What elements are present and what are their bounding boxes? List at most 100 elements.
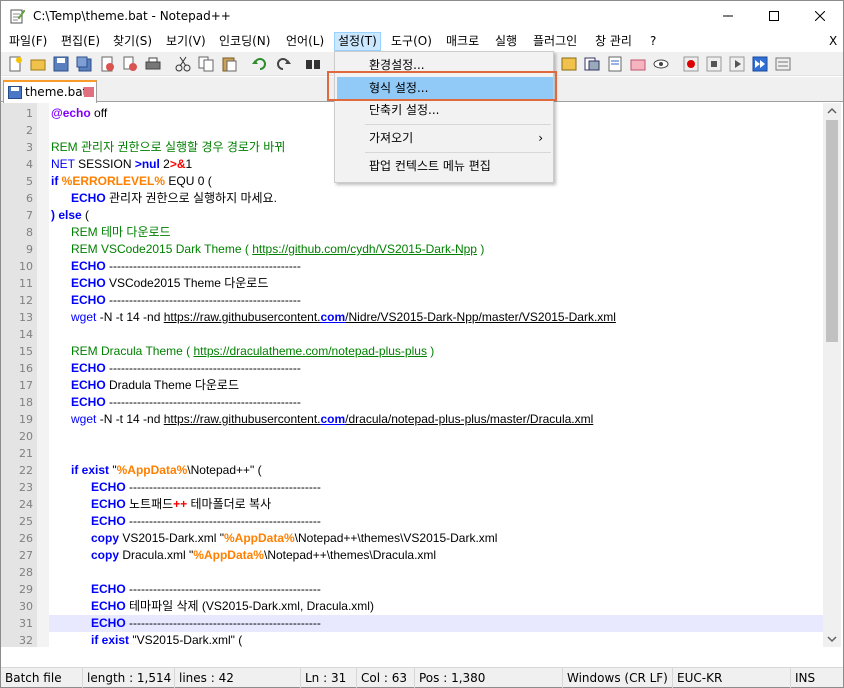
line-number: 10: [19, 260, 33, 273]
close-window-button[interactable]: [797, 1, 843, 31]
line-number: 15: [19, 345, 33, 358]
code-line: ECHO -----------------------------------…: [71, 361, 301, 375]
menu-macro[interactable]: 매크로: [442, 32, 483, 51]
menu-item-import[interactable]: 가져오기 ›: [337, 127, 553, 149]
menu-edit[interactable]: 편집(E): [57, 32, 104, 51]
menu-item-shortcut-mapper[interactable]: 단축키 설정...: [337, 99, 553, 121]
scroll-up-icon[interactable]: [823, 103, 841, 120]
line-number: 30: [19, 600, 33, 613]
editor-area[interactable]: 1 2 3 4 5 6 7 8 9 10 11 12 13 14 15 16 1…: [1, 103, 843, 647]
scroll-down-icon[interactable]: [823, 630, 841, 647]
code-line: REM Dracula Theme ( https://draculatheme…: [71, 344, 435, 358]
cut-icon[interactable]: [175, 56, 191, 72]
status-line: Ln : 31: [301, 668, 357, 688]
tab-label: theme.bat: [25, 85, 88, 99]
close-file-icon[interactable]: [99, 56, 115, 72]
status-eol: Windows (CR LF): [563, 668, 673, 688]
line-number: 9: [26, 243, 33, 256]
code-line: ECHO -----------------------------------…: [71, 293, 301, 307]
code-line: copy Dracula.xml "%AppData%\Notepad++\th…: [91, 548, 437, 562]
maximize-button[interactable]: [751, 1, 797, 31]
find-icon[interactable]: [305, 56, 321, 72]
line-number: 32: [19, 634, 33, 647]
paste-icon[interactable]: [221, 56, 237, 72]
line-number: 7: [26, 209, 33, 222]
monitoring-eye-icon[interactable]: [653, 56, 669, 72]
menu-view[interactable]: 보기(V): [162, 32, 210, 51]
close-all-icon[interactable]: [122, 56, 138, 72]
print-icon[interactable]: [145, 56, 161, 72]
code-line: ECHO VSCode2015 Theme 다운로드: [71, 276, 269, 290]
menu-separator: [365, 152, 551, 153]
line-number: 5: [26, 175, 33, 188]
menu-window[interactable]: 창 관리: [591, 32, 636, 51]
code-line: ECHO 테마파일 삭제 (VS2015-Dark.xml, Dracula.x…: [91, 599, 374, 613]
saved-file-icon: [8, 86, 22, 99]
new-file-icon[interactable]: [7, 56, 23, 72]
menu-tools[interactable]: 도구(O): [387, 32, 436, 51]
show-all-chars-icon[interactable]: [561, 56, 577, 72]
line-number: 13: [19, 311, 33, 324]
line-number: 29: [19, 583, 33, 596]
line-number: 11: [19, 277, 33, 290]
line-number: 17: [19, 379, 33, 392]
folder-workspace-icon[interactable]: [630, 56, 646, 72]
line-number: 22: [19, 464, 33, 477]
fold-margin[interactable]: [37, 103, 49, 647]
copy-icon[interactable]: [198, 56, 214, 72]
maximize-icon: [769, 11, 779, 21]
indent-guide-icon[interactable]: [584, 56, 600, 72]
code-line: ECHO 노트패드++ 테마폴더로 복사: [91, 497, 272, 511]
macro-play-icon[interactable]: [729, 56, 745, 72]
status-lines: lines : 42: [175, 668, 301, 688]
vertical-scrollbar[interactable]: [823, 103, 841, 647]
menu-help[interactable]: ?: [646, 32, 660, 51]
minimize-button[interactable]: [705, 1, 751, 31]
redo-icon[interactable]: [275, 56, 291, 72]
menu-item-import-label: 가져오기: [369, 131, 414, 145]
macro-save-icon[interactable]: [775, 56, 791, 72]
code-line: REM 테마 다운로드: [71, 225, 171, 239]
code-line: ECHO -----------------------------------…: [91, 616, 321, 630]
close-icon: [815, 11, 825, 21]
tab-theme-bat[interactable]: theme.bat: [3, 80, 97, 103]
menu-item-edit-context-menu[interactable]: 팝업 컨텍스트 메뉴 편집: [337, 155, 553, 177]
line-number: 19: [19, 413, 33, 426]
menu-encoding[interactable]: 인코딩(N): [215, 32, 274, 51]
tab-close-icon[interactable]: [84, 87, 94, 97]
close-document-button[interactable]: X: [829, 32, 837, 51]
minimize-icon: [723, 15, 733, 17]
status-insert-mode: INS: [795, 671, 816, 685]
title-bar: C:\Temp\theme.bat - Notepad++: [1, 1, 843, 32]
code-line: ECHO -----------------------------------…: [91, 514, 321, 528]
window-title: C:\Temp\theme.bat - Notepad++: [33, 9, 231, 23]
menu-settings[interactable]: 설정(T): [334, 32, 381, 51]
line-number: 25: [19, 515, 33, 528]
line-number: 1: [26, 107, 33, 120]
line-number: 2: [26, 124, 33, 137]
line-number: 18: [19, 396, 33, 409]
line-number: 27: [19, 549, 33, 562]
notepad-window: C:\Temp\theme.bat - Notepad++ 파일(F) 편집(E…: [0, 0, 844, 688]
scrollbar-thumb[interactable]: [826, 120, 838, 342]
line-number: 31: [19, 617, 33, 630]
menu-search[interactable]: 찾기(S): [109, 32, 156, 51]
save-icon[interactable]: [53, 56, 69, 72]
line-number: 20: [19, 430, 33, 443]
line-number: 21: [19, 447, 33, 460]
line-number: 6: [26, 192, 33, 205]
macro-record-icon[interactable]: [683, 56, 699, 72]
menu-plugins[interactable]: 플러그인: [529, 32, 581, 51]
macro-run-multiple-icon[interactable]: [752, 56, 768, 72]
status-position: Pos : 1,380: [415, 668, 563, 688]
save-all-icon[interactable]: [76, 56, 92, 72]
macro-stop-icon[interactable]: [706, 56, 722, 72]
code-line: ECHO -----------------------------------…: [71, 259, 301, 273]
open-file-icon[interactable]: [30, 56, 46, 72]
document-map-icon[interactable]: [607, 56, 623, 72]
undo-icon[interactable]: [252, 56, 268, 72]
menu-language[interactable]: 언어(L): [282, 32, 328, 51]
code-line: ECHO -----------------------------------…: [71, 395, 301, 409]
menu-file[interactable]: 파일(F): [5, 32, 51, 51]
menu-run[interactable]: 실행: [491, 32, 521, 51]
